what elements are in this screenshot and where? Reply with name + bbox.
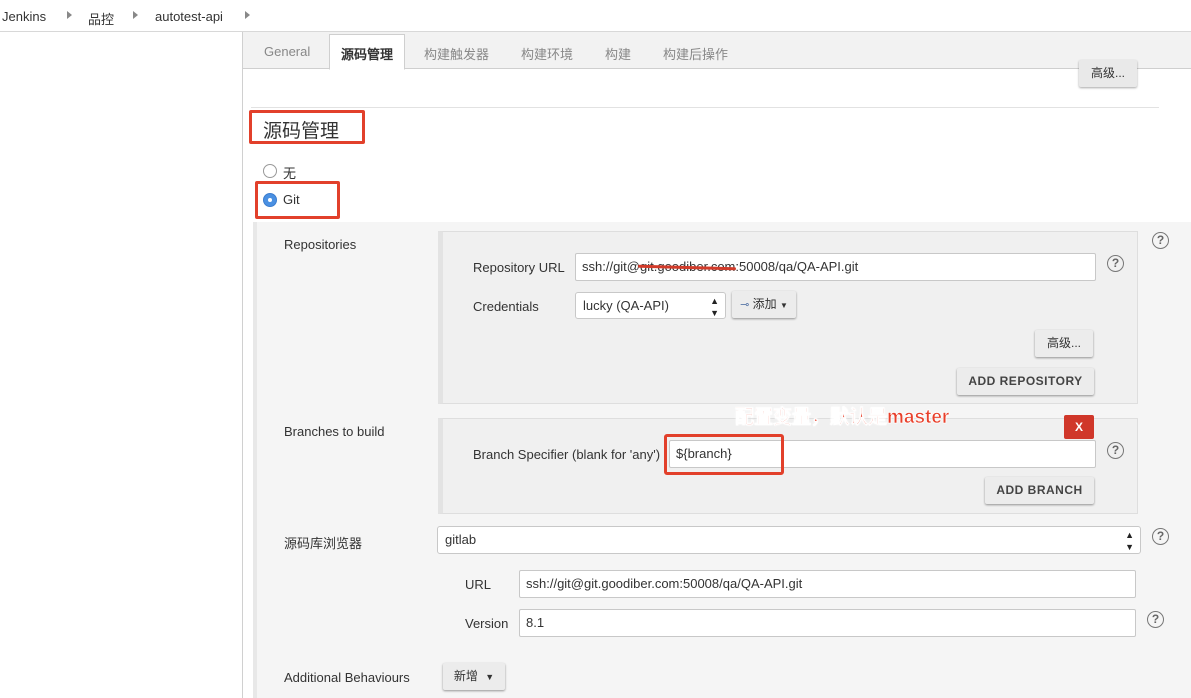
- breadcrumb-jenkins[interactable]: Jenkins: [2, 9, 46, 24]
- branches-label: Branches to build: [284, 424, 385, 439]
- branch-highlight-box: [664, 434, 784, 475]
- tab-scm[interactable]: 源码管理: [329, 34, 406, 70]
- section-title: 源码管理: [249, 110, 365, 144]
- key-icon: ⊸: [740, 299, 750, 311]
- repository-advanced-button[interactable]: 高级...: [1035, 330, 1093, 357]
- branch-specifier-label: Branch Specifier (blank for 'any'): [473, 447, 661, 462]
- help-icon[interactable]: ?: [1107, 255, 1124, 272]
- advanced-button-top[interactable]: 高级...: [1079, 60, 1137, 87]
- breadcrumb: Jenkins 品控 autotest-api: [0, 0, 1191, 32]
- add-behaviour-button[interactable]: 新增 ▼: [443, 663, 505, 690]
- repositories-label: Repositories: [284, 237, 357, 252]
- repository-url-label: Repository URL: [473, 260, 565, 275]
- section-divider: [251, 107, 1159, 108]
- version-input[interactable]: 8.1: [519, 609, 1136, 637]
- help-icon[interactable]: ?: [1152, 232, 1169, 249]
- tab-build[interactable]: 构建: [605, 44, 631, 63]
- delete-branch-button[interactable]: X: [1064, 415, 1094, 439]
- content-left-border: [242, 32, 243, 698]
- caret-down-icon: ▼: [485, 672, 495, 682]
- git-config-indent: [253, 222, 257, 698]
- annotation-note: 配置变量，默认是master: [735, 407, 950, 429]
- select-arrows-icon: ▲ ▼: [1125, 530, 1134, 552]
- credentials-value: lucky (QA-API): [583, 298, 669, 313]
- add-behaviour-label: 新增: [453, 669, 478, 683]
- caret-down-icon: ▼: [780, 301, 788, 310]
- browser-url-input[interactable]: ssh://git@git.goodiber.com:50008/qa/QA-A…: [519, 570, 1136, 598]
- add-credentials-button[interactable]: ⊸ 添加 ▼: [732, 291, 796, 318]
- tab-post-build[interactable]: 构建后操作: [663, 44, 728, 63]
- additional-behaviours-label: Additional Behaviours: [284, 670, 410, 685]
- chevron-right-icon: [67, 11, 72, 19]
- browser-url-label: URL: [465, 577, 492, 592]
- scm-none-label: 无: [283, 166, 297, 181]
- scm-none-radio[interactable]: [263, 164, 277, 178]
- repo-browser-label: 源码库浏览器: [284, 536, 363, 551]
- add-branch-button[interactable]: ADD BRANCH: [985, 477, 1094, 504]
- credentials-label: Credentials: [473, 299, 539, 314]
- help-icon[interactable]: ?: [1152, 528, 1169, 545]
- add-credentials-label: 添加: [752, 297, 777, 311]
- chevron-right-icon[interactable]: [245, 11, 250, 19]
- chevron-right-icon: [133, 11, 138, 19]
- version-label: Version: [465, 616, 509, 631]
- help-icon[interactable]: ?: [1107, 442, 1124, 459]
- tab-general[interactable]: General: [264, 44, 310, 59]
- add-repository-button[interactable]: ADD REPOSITORY: [957, 368, 1094, 395]
- help-icon[interactable]: ?: [1147, 611, 1164, 628]
- select-arrows-icon: ▲ ▼: [710, 296, 719, 318]
- tab-build-triggers[interactable]: 构建触发器: [424, 44, 489, 63]
- git-highlight-box: [255, 181, 340, 219]
- breadcrumb-job[interactable]: autotest-api: [155, 9, 223, 24]
- config-tab-bar: General 源码管理 构建触发器 构建环境 构建 构建后操作: [243, 32, 1191, 70]
- breadcrumb-folder[interactable]: 品控: [88, 9, 114, 28]
- repo-browser-select[interactable]: gitlab ▲ ▼: [437, 526, 1141, 554]
- repo-browser-value: gitlab: [445, 532, 477, 547]
- credentials-select[interactable]: lucky (QA-API) ▲ ▼: [575, 292, 726, 319]
- tab-build-environment[interactable]: 构建环境: [521, 44, 573, 63]
